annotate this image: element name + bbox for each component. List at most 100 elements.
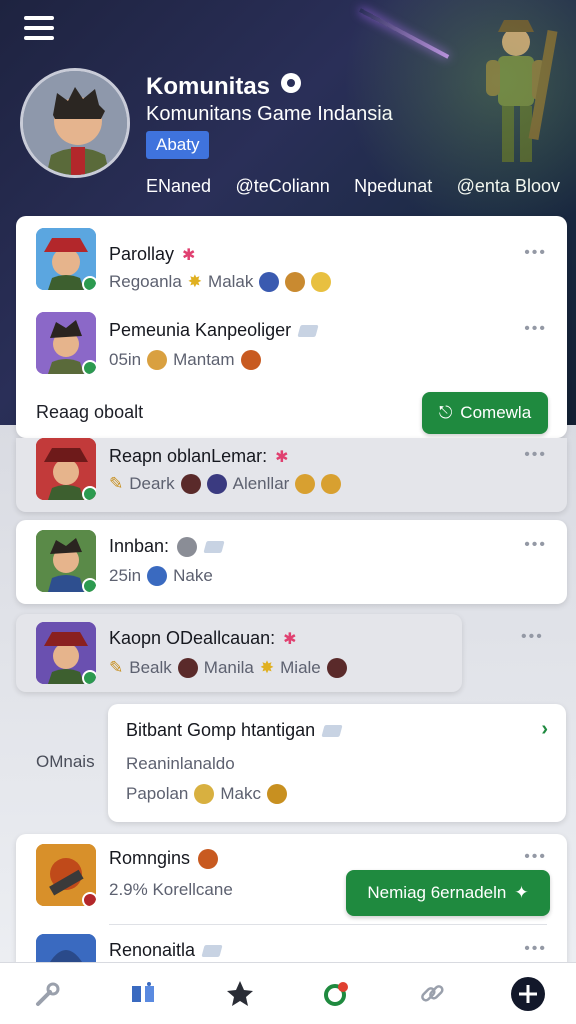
emoji-icon — [321, 474, 342, 494]
join-button[interactable]: Nemiag 6ernadeln ✦ — [346, 870, 550, 916]
about-button[interactable]: Abaty — [146, 131, 210, 159]
menu-button[interactable] — [24, 16, 54, 40]
emoji-icon — [147, 566, 168, 586]
post-line: Reaninlanaldo — [126, 754, 235, 773]
link-icon[interactable] — [412, 974, 452, 1014]
post-title: Romngins — [109, 848, 191, 868]
post-meta: 2.9% Korellcane — [109, 880, 233, 899]
chat-icon[interactable] — [124, 974, 164, 1014]
post-title: Renonaitla — [109, 940, 196, 960]
hero-illustration — [486, 20, 558, 162]
emoji-icon — [267, 784, 288, 804]
post-title: Reapn oblanLemar: — [109, 446, 268, 466]
post-meta-secondary: Alenllar — [232, 474, 290, 493]
wrench-icon[interactable] — [28, 974, 68, 1014]
more-options-button[interactable]: ••• — [524, 940, 547, 958]
avatar — [36, 438, 96, 500]
more-options-button[interactable]: ••• — [521, 628, 544, 646]
emoji-icon — [295, 474, 316, 494]
list-item[interactable]: Pemeunia Kanpeoliger 05in Mantam ••• — [16, 310, 567, 390]
post-card-2[interactable]: Reapn oblanLemar: ✱ ✎ Deark Alenllar ••• — [16, 438, 567, 512]
post-title: Innban: — [109, 536, 170, 556]
basketball-icon — [240, 350, 261, 370]
bottom-navigation — [0, 962, 576, 1024]
avatar — [36, 622, 96, 684]
more-options-button[interactable]: ••• — [524, 320, 547, 338]
comment-icon: ⎋ — [438, 403, 453, 422]
emoji-icon — [326, 658, 347, 678]
divider — [109, 924, 547, 925]
tab-4[interactable]: @enta Bloov — [457, 176, 560, 197]
gem-icon — [321, 724, 343, 737]
post-title: Pemeunia Kanpeoliger — [109, 320, 292, 340]
post-title: Parollay — [109, 244, 175, 264]
more-options-button[interactable]: ••• — [524, 446, 547, 464]
post-meta-secondary: Mantam — [173, 350, 235, 369]
join-button-label: Nemiag 6ernadeln — [367, 883, 507, 902]
tab-3[interactable]: Npedunat — [354, 176, 432, 197]
verified-gear-icon — [280, 72, 302, 101]
star-badge-icon: ✸ — [259, 658, 275, 677]
sparkle-icon: ✦ — [514, 883, 529, 902]
tab-2[interactable]: @teColiann — [235, 176, 329, 197]
emoji-icon — [194, 784, 215, 804]
post-meta: Papolan — [126, 784, 189, 803]
avatar — [36, 844, 96, 906]
emoji-icon — [206, 474, 227, 494]
gem-icon — [201, 944, 223, 957]
post-meta: 05in — [109, 350, 142, 369]
post-meta: Regoanla — [109, 272, 182, 291]
header-tabs: ENaned @teColiann Npedunat @enta Bloov — [146, 176, 560, 197]
pencil-icon: ✎ — [109, 658, 124, 677]
comment-button-label: Comewla — [460, 403, 532, 422]
comment-button[interactable]: ⎋ Comewla — [422, 392, 548, 434]
side-label: OMnais — [36, 752, 95, 771]
chevron-right-icon[interactable]: › — [541, 718, 548, 741]
avatar — [36, 228, 96, 290]
post-meta: 25in — [109, 566, 142, 585]
post-meta-tertiary: Miale — [280, 658, 321, 677]
more-options-button[interactable]: ••• — [524, 536, 547, 554]
more-options-button[interactable]: ••• — [524, 244, 547, 262]
post-meta-secondary: Malak — [208, 272, 254, 291]
emoji-icon — [259, 272, 280, 292]
tab-1[interactable]: ENaned — [146, 176, 211, 197]
community-subtitle: Komunitans Game Indansia — [146, 103, 393, 125]
post-title-row: Bitbant Gomp htantigan — [126, 720, 343, 741]
emoji-icon — [180, 474, 201, 494]
notification-icon[interactable] — [316, 974, 356, 1014]
emoji-icon — [147, 350, 168, 370]
emoji-icon — [285, 272, 306, 292]
gem-icon — [297, 324, 319, 337]
post-title: Bitbant Gomp htantigan — [126, 720, 316, 740]
add-icon[interactable] — [508, 974, 548, 1014]
community-avatar — [20, 68, 130, 178]
star-icon: ✱ — [275, 448, 289, 466]
emoji-icon — [311, 272, 332, 292]
post-card-4[interactable]: Kaopn ODeallcauan: ✱ ✎ Bealk Manila ✸ Mi… — [16, 614, 542, 692]
emoji-icon — [177, 658, 198, 678]
avatar — [36, 312, 96, 374]
list-item[interactable]: Parollay ✱ Regoanla ✸ Malak ••• — [16, 226, 567, 306]
star-icon[interactable] — [220, 974, 260, 1014]
post-meta-secondary: Manila — [203, 658, 254, 677]
more-options-button[interactable]: ••• — [524, 848, 547, 866]
post-card-5[interactable]: Bitbant Gomp htantigan Reaninlanaldo Pap… — [108, 704, 566, 822]
post-meta: Bealk — [129, 658, 172, 677]
post-meta-secondary: Nake — [173, 566, 213, 585]
emoji-icon — [177, 536, 198, 557]
post-card-3[interactable]: Innban: 25in Nake ••• — [16, 520, 567, 604]
section-label: Reaag oboalt — [36, 402, 144, 422]
magic-beam-decoration — [359, 8, 450, 59]
star-icon: ✱ — [182, 246, 196, 264]
basketball-icon — [198, 848, 219, 869]
post-card-1[interactable]: Parollay ✱ Regoanla ✸ Malak ••• Pemeunia… — [16, 216, 567, 438]
star-icon: ✱ — [283, 630, 297, 648]
post-meta: Deark — [129, 474, 175, 493]
avatar — [36, 530, 96, 592]
gem-icon — [203, 540, 225, 553]
star-badge-icon: ✸ — [187, 272, 203, 291]
post-meta-secondary: Makc — [220, 784, 262, 803]
pencil-icon: ✎ — [109, 474, 124, 493]
community-title-text: Komunitas — [146, 72, 271, 100]
